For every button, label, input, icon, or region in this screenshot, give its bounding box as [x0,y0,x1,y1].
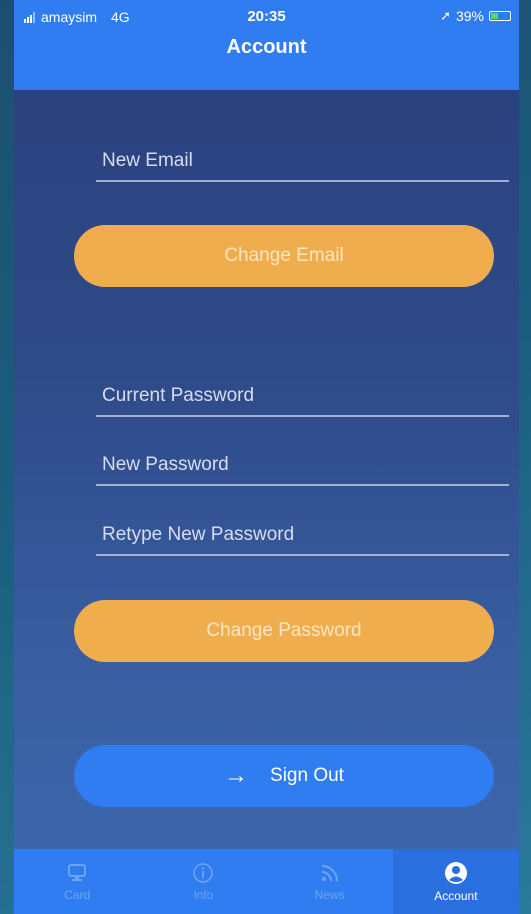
info-icon [193,862,214,883]
battery-icon [489,11,511,21]
tab-bar: Card Info News Account [14,849,519,914]
status-right: ➚ 39% [440,8,511,24]
tab-news[interactable]: News [267,849,393,914]
sign-out-label: Sign Out [270,765,344,786]
page-title: Account [226,35,307,58]
battery-label: 39% [455,8,484,24]
tab-account-label: Account [434,888,478,903]
retype-password-field[interactable]: Retype New Password [96,516,509,556]
arrow-right-icon: → [224,762,249,789]
tab-info-label: Info [193,887,214,902]
change-password-button[interactable]: Change Password [74,600,494,662]
tab-news-label: News [314,887,345,902]
current-password-field[interactable]: Current Password [96,377,509,417]
tab-card-label: Card [64,887,91,902]
sign-out-button[interactable]: → Sign Out [74,745,494,807]
change-email-button[interactable]: Change Email [74,225,494,287]
rss-icon [321,864,338,881]
card-icon [68,863,87,881]
tab-account[interactable]: Account [392,849,519,914]
phone-screen: amaysim 4G 20:35 ➚ 39% Account New Email… [14,0,519,914]
user-circle-icon [444,861,467,884]
tab-info[interactable]: Info [140,849,266,914]
location-icon: ➚ [440,8,451,23]
new-email-field[interactable]: New Email [96,142,509,182]
new-password-field[interactable]: New Password [96,446,509,486]
tab-card[interactable]: Card [14,849,140,914]
nav-bar: Account [14,34,519,90]
status-bar: amaysim 4G 20:35 ➚ 39% [14,0,519,34]
